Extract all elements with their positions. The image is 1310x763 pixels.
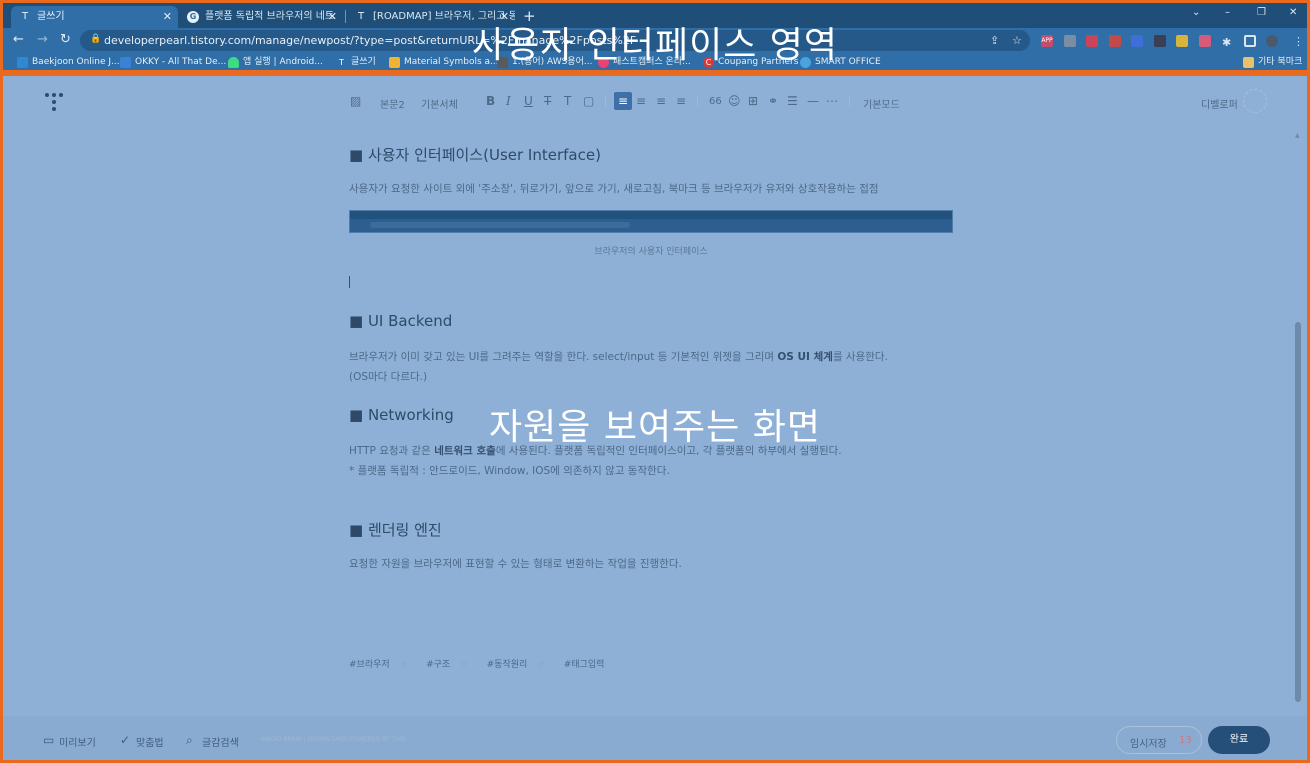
scrollbar[interactable]: ▲ ▼ bbox=[1294, 132, 1302, 702]
preview-button[interactable]: ▭ 미리보기 bbox=[43, 733, 96, 749]
ui-region-annotation: 사용자 인터페이스 영역 bbox=[471, 25, 839, 66]
link-icon[interactable]: ⚭ bbox=[768, 94, 778, 108]
scroll-down-icon[interactable]: ▼ bbox=[1295, 694, 1300, 701]
skin-label[interactable]: 디벨로퍼 bbox=[1201, 96, 1238, 111]
image-caption: 브라우저의 사용자 인터페이스 bbox=[594, 247, 708, 257]
text-color-icon[interactable]: T bbox=[564, 94, 571, 108]
paragraph-networking-note: * 플랫폼 독립적 : 안드로이드, Window, IOS에 의존하지 않고 … bbox=[349, 465, 670, 477]
quote-icon[interactable]: 66 bbox=[709, 96, 722, 107]
close-icon: × bbox=[460, 660, 468, 670]
italic-icon[interactable]: I bbox=[506, 94, 511, 108]
underline-icon[interactable]: U bbox=[524, 94, 533, 108]
align-left-icon[interactable]: ≡ bbox=[614, 92, 632, 110]
list-icon[interactable]: ☰ bbox=[787, 94, 798, 108]
scroll-thumb[interactable] bbox=[1295, 322, 1301, 702]
paragraph-ui-backend: 브라우저가 이미 갖고 있는 UI를 그려주는 역할을 한다. select/i… bbox=[349, 351, 888, 363]
tag-chip[interactable]: #동작원리 × bbox=[487, 660, 553, 670]
text-cursor bbox=[349, 276, 350, 288]
image-icon[interactable]: ▨ bbox=[350, 94, 361, 108]
spellcheck-button[interactable]: ✓ 맞춤법 bbox=[120, 733, 164, 749]
publish-button[interactable]: 완료 bbox=[1208, 726, 1270, 754]
editor-toolbar: ▨ 본문2 기본서체 B I U T T ▢ ≡ ≡ ≡ ≡ 66 ☺ ⊞ ⚭ … bbox=[3, 76, 1307, 124]
tag-input[interactable]: #태그입력 bbox=[564, 660, 605, 670]
font-dropdown[interactable]: 기본서체 bbox=[421, 96, 458, 111]
scroll-up-icon[interactable]: ▲ bbox=[1295, 132, 1300, 139]
tag-chip[interactable]: #브라우저 × bbox=[349, 660, 415, 670]
heading-rendering-engine: ■ 렌더링 엔진 bbox=[349, 521, 442, 539]
save-draft-button[interactable]: 임시저장 13 bbox=[1116, 726, 1202, 754]
tistory-logo-icon[interactable] bbox=[45, 93, 63, 111]
close-icon: × bbox=[399, 660, 408, 670]
align-justify-icon[interactable]: ≡ bbox=[676, 94, 686, 108]
browser-ui-region: T 글쓰기 ✕ G 플랫폼 독립적 브라우저의 네트 ✕ T [ROADMAP]… bbox=[0, 0, 1310, 73]
editor-mode-dropdown[interactable]: 기본모드 bbox=[863, 96, 900, 111]
paragraph-ui-backend-note: (OS마다 다르다.) bbox=[349, 371, 428, 383]
paragraph-rendering-engine: 요청한 자원을 브라우저에 표현할 수 있는 형태로 변환하는 작업을 진행한다… bbox=[349, 558, 682, 570]
paragraph-style-dropdown[interactable]: 본문2 bbox=[380, 96, 405, 111]
content-region-annotation: 자원을 보여주는 화면 bbox=[489, 407, 821, 448]
strikethrough-icon[interactable]: T bbox=[544, 94, 551, 108]
horizontal-rule-icon[interactable]: — bbox=[807, 94, 819, 108]
material-search-label: 글감검색 bbox=[202, 738, 239, 749]
close-icon: × bbox=[537, 660, 545, 670]
monitor-icon: ▭ bbox=[43, 733, 55, 747]
tag-chip[interactable]: #구조 × bbox=[426, 660, 476, 670]
footer-credits: KAKAO BRAIN | DOWNLOADS POWERED BY TIME bbox=[261, 736, 406, 743]
embedded-screenshot-image[interactable] bbox=[349, 210, 953, 233]
toolbar-divider bbox=[849, 95, 850, 107]
search-doc-icon: ⌕ bbox=[186, 733, 193, 747]
toolbar-divider bbox=[605, 95, 606, 107]
table-icon[interactable]: ⊞ bbox=[748, 94, 758, 108]
text-background-icon[interactable]: ▢ bbox=[583, 94, 594, 108]
save-draft-label: 임시저장 bbox=[1130, 739, 1167, 750]
material-search-button[interactable]: ⌕ 글감검색 bbox=[186, 733, 239, 749]
spellcheck-label: 맞춤법 bbox=[136, 738, 164, 749]
heading-ui-backend: ■ UI Backend bbox=[349, 312, 453, 330]
emoji-icon[interactable]: ☺ bbox=[728, 94, 741, 108]
editor-footer: ▭ 미리보기 ✓ 맞춤법 ⌕ 글감검색 KAKAO BRAIN | DOWNLOADS… bbox=[3, 716, 1307, 760]
draft-count: 13 bbox=[1179, 735, 1192, 746]
content-region: ▨ 본문2 기본서체 B I U T T ▢ ≡ ≡ ≡ ≡ 66 ☺ ⊞ ⚭ … bbox=[0, 73, 1310, 763]
paragraph-ui: 사용자가 요청한 사이트 외에 '주소창', 뒤로가기, 앞으로 가기, 새로고… bbox=[349, 183, 879, 195]
preview-label: 미리보기 bbox=[59, 738, 96, 749]
align-center-icon[interactable]: ≡ bbox=[636, 94, 646, 108]
avatar[interactable] bbox=[1243, 89, 1267, 113]
toolbar-divider bbox=[697, 95, 698, 107]
spellcheck-icon: ✓ bbox=[120, 733, 131, 747]
align-right-icon[interactable]: ≡ bbox=[656, 94, 666, 108]
heading-ui: ■ 사용자 인터페이스(User Interface) bbox=[349, 146, 601, 164]
tag-area: #브라우저 × #구조 × #동작원리 × #태그입력 bbox=[349, 657, 612, 670]
more-icon[interactable]: ⋯ bbox=[826, 94, 838, 108]
bold-icon[interactable]: B bbox=[486, 94, 495, 108]
